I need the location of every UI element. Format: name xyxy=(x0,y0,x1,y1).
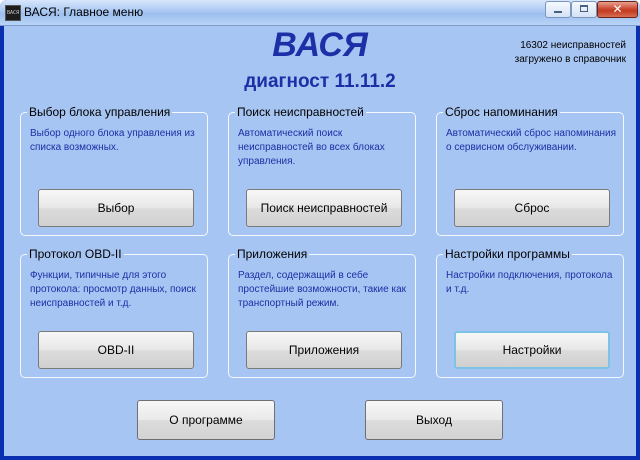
group-title: Протокол OBD-II xyxy=(27,247,124,261)
group-description: Выбор одного блока управления из списка … xyxy=(30,128,195,153)
settings-button[interactable]: Настройки xyxy=(454,331,610,369)
obd2-button[interactable]: OBD-II xyxy=(38,331,194,369)
app-version: диагност 11.11.2 xyxy=(244,71,396,92)
close-button[interactable]: ✕ xyxy=(597,1,638,18)
group-fault-search: Поиск неисправностей Автоматический поис… xyxy=(228,105,416,236)
group-description: Функции, типичные для этого протокола: п… xyxy=(30,270,196,309)
group-title: Настройки программы xyxy=(443,247,572,261)
group-title: Приложения xyxy=(235,247,310,261)
app-icon[interactable]: ВАСЯ xyxy=(5,5,21,21)
window-title: ВАСЯ: Главное меню xyxy=(24,5,144,19)
minimize-button[interactable] xyxy=(545,1,571,18)
group-title: Выбор блока управления xyxy=(27,105,173,119)
select-button[interactable]: Выбор xyxy=(38,189,194,227)
group-control-unit: Выбор блока управления Выбор одного блок… xyxy=(20,105,208,236)
maximize-button[interactable] xyxy=(571,1,597,18)
title-bar[interactable]: ВАСЯ ВАСЯ: Главное меню ✕ xyxy=(0,0,640,26)
group-description: Автоматический сброс напоминания о серви… xyxy=(446,128,617,153)
reset-button[interactable]: Сброс xyxy=(454,189,610,227)
group-reset-reminder: Сброс напоминания Автоматический сброс н… xyxy=(436,105,624,236)
group-description: Автоматический поиск неисправностей во в… xyxy=(238,128,385,167)
about-button[interactable]: О программе xyxy=(137,400,275,440)
main-window: ВАСЯ ВАСЯ: Главное меню ✕ ВАСЯ диагност … xyxy=(0,0,640,460)
group-applications: Приложения Раздел, содержащий в себе про… xyxy=(228,247,416,378)
exit-button[interactable]: Выход xyxy=(365,400,503,440)
faults-count-text: 16302 неисправностей xyxy=(520,40,626,51)
faults-loaded-text: загружено в справочник xyxy=(514,54,626,65)
group-settings: Настройки программы Настройки подключени… xyxy=(436,247,624,378)
client-area: ВАСЯ диагност 11.11.2 16302 неисправност… xyxy=(4,26,636,456)
group-obd2: Протокол OBD-II Функции, типичные для эт… xyxy=(20,247,208,378)
group-title: Сброс напоминания xyxy=(443,105,560,119)
faults-info: 16302 неисправностей загружено в справоч… xyxy=(476,39,626,67)
close-icon: ✕ xyxy=(612,2,623,16)
fault-search-button[interactable]: Поиск неисправностей xyxy=(246,189,402,227)
group-description: Раздел, содержащий в себе простейшие воз… xyxy=(238,270,407,309)
group-description: Настройки подключения, протокола и т.д. xyxy=(446,270,613,295)
group-title: Поиск неисправностей xyxy=(235,105,366,119)
applications-button[interactable]: Приложения xyxy=(246,331,402,369)
